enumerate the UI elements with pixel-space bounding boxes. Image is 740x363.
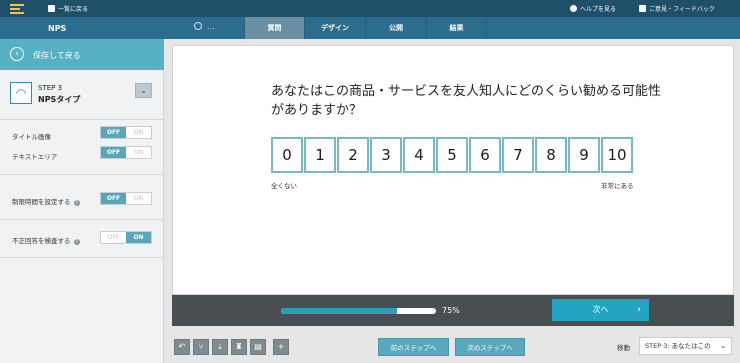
move-select[interactable]: STEP 3: あなたはこの ⌄ (639, 337, 732, 355)
scale-option-0[interactable]: 0 (271, 137, 303, 173)
move-select-value: STEP 3: あなたはこの (645, 342, 711, 350)
save-and-back-button[interactable]: ‹ 保存して戻る (0, 39, 164, 70)
trophy-icon[interactable]: ♜ (231, 339, 247, 355)
toggle-time-limit[interactable]: OFF ON (100, 192, 152, 205)
chevron-down-icon: ⌄ (720, 342, 726, 350)
toggle-on-label: ON (133, 149, 144, 156)
toggle-off-label: OFF (101, 147, 126, 158)
scale-option-5[interactable]: 5 (436, 137, 468, 173)
feedback-link[interactable]: ご意見・フィードバック (639, 4, 715, 13)
help-icon[interactable]: ? (73, 200, 80, 206)
preview-footer: 75% 次へ › (172, 295, 734, 326)
certificate-icon[interactable]: ▤ (250, 339, 266, 355)
toggle-on-label: ON (133, 129, 144, 136)
gauge-icon: ◠ (10, 82, 32, 104)
plus-icon[interactable]: + (273, 339, 289, 355)
toggle-on-label: ON (126, 232, 151, 243)
toggle-off-label: OFF (101, 127, 126, 138)
scale-option-3[interactable]: 3 (370, 137, 402, 173)
sidebar: ‹ 保存して戻る ◠ STEP 3 NPSタイプ ⌄ タイトル画像 OFF ON… (0, 39, 164, 363)
option-label-fraud-check: 不正回答を検査する? (12, 235, 80, 245)
toggle-fraud-check[interactable]: OFF ON (100, 231, 152, 244)
scale-option-1[interactable]: 1 (304, 137, 336, 173)
scale-option-4[interactable]: 4 (403, 137, 435, 173)
option-text: 不正回答を検査する (12, 237, 71, 245)
status-check-icon (194, 22, 202, 30)
save-status: ... (194, 22, 215, 31)
scale-option-10[interactable]: 10 (601, 137, 633, 173)
scale-option-7[interactable]: 7 (502, 137, 534, 173)
scale-option-6[interactable]: 6 (469, 137, 501, 173)
toggle-off-label: OFF (101, 193, 126, 204)
back-to-list-label: 一覧に戻る (58, 6, 89, 13)
tab-design[interactable]: デザイン (304, 17, 365, 39)
scale-low-label: 全くない (271, 182, 297, 190)
chevron-right-icon: › (637, 305, 641, 315)
toggle-on-label: ON (133, 195, 144, 202)
chevron-down-icon: ⌄ (140, 86, 147, 95)
question-preview: あなたはこの商品・サービスを友人知人にどのくらい勧める可能性がありますか？ 0 … (172, 45, 734, 295)
scale-high-label: 非常にある (601, 182, 634, 190)
option-text: タイトル画像 (12, 133, 51, 141)
scale-option-2[interactable]: 2 (337, 137, 369, 173)
step-dropdown-button[interactable]: ⌄ (135, 83, 152, 98)
scale-option-8[interactable]: 8 (535, 137, 567, 173)
help-icon[interactable]: ? (73, 239, 80, 245)
option-label-time-limit: 制限時間を設定する? (12, 196, 80, 206)
tab-questions[interactable]: 質問 (244, 17, 304, 39)
top-bar (0, 0, 740, 17)
progress-bar (281, 308, 436, 314)
scale-option-9[interactable]: 9 (568, 137, 600, 173)
feedback-label: ご意見・フィードバック (649, 6, 715, 13)
help-label: ヘルプを見る (580, 6, 617, 13)
next-button[interactable]: 次へ › (552, 299, 649, 321)
status-text: ... (207, 22, 215, 31)
divider (0, 257, 164, 258)
branch-icon[interactable]: ⑂ (193, 339, 209, 355)
toggle-text-area[interactable]: OFF ON (100, 146, 152, 159)
step-number: STEP 3 (38, 84, 63, 92)
option-label-text-area: テキストエリア (12, 151, 57, 161)
tab-publish[interactable]: 公開 (365, 17, 426, 39)
tab-results[interactable]: 結果 (426, 17, 487, 39)
divider (0, 219, 164, 220)
divider (0, 174, 164, 175)
home-icon (48, 5, 55, 12)
prev-step-button[interactable]: 前のステップへ (378, 338, 449, 356)
move-label: 移動 (617, 344, 630, 352)
question-icon (570, 5, 577, 12)
progress-fill (281, 308, 398, 314)
question-text: あなたはこの商品・サービスを友人知人にどのくらい勧める可能性がありますか？ (271, 84, 662, 118)
next-label: 次へ (592, 305, 609, 314)
help-link[interactable]: ヘルプを見る (570, 4, 616, 13)
chat-icon (639, 5, 646, 12)
back-to-list-link[interactable]: 一覧に戻る (48, 4, 88, 13)
step-type: NPSタイプ (38, 95, 81, 104)
next-step-button[interactable]: 次のステップへ (455, 338, 525, 356)
option-label-title-image: タイトル画像 (12, 131, 51, 141)
undo-icon[interactable]: ↶ (174, 339, 190, 355)
option-text: テキストエリア (12, 153, 58, 161)
save-and-back-label: 保存して戻る (33, 51, 81, 60)
chevron-left-icon: ‹ (10, 47, 24, 61)
download-icon[interactable]: ⤓ (212, 339, 228, 355)
step-header: ◠ STEP 3 NPSタイプ ⌄ (0, 70, 164, 120)
option-text: 制限時間を設定する (12, 198, 71, 206)
toggle-off-label: OFF (107, 234, 120, 241)
progress-percent: 75% (442, 306, 460, 315)
logo-icon (10, 4, 26, 24)
toggle-title-image[interactable]: OFF ON (100, 126, 152, 139)
app-title: NPS (48, 24, 67, 33)
